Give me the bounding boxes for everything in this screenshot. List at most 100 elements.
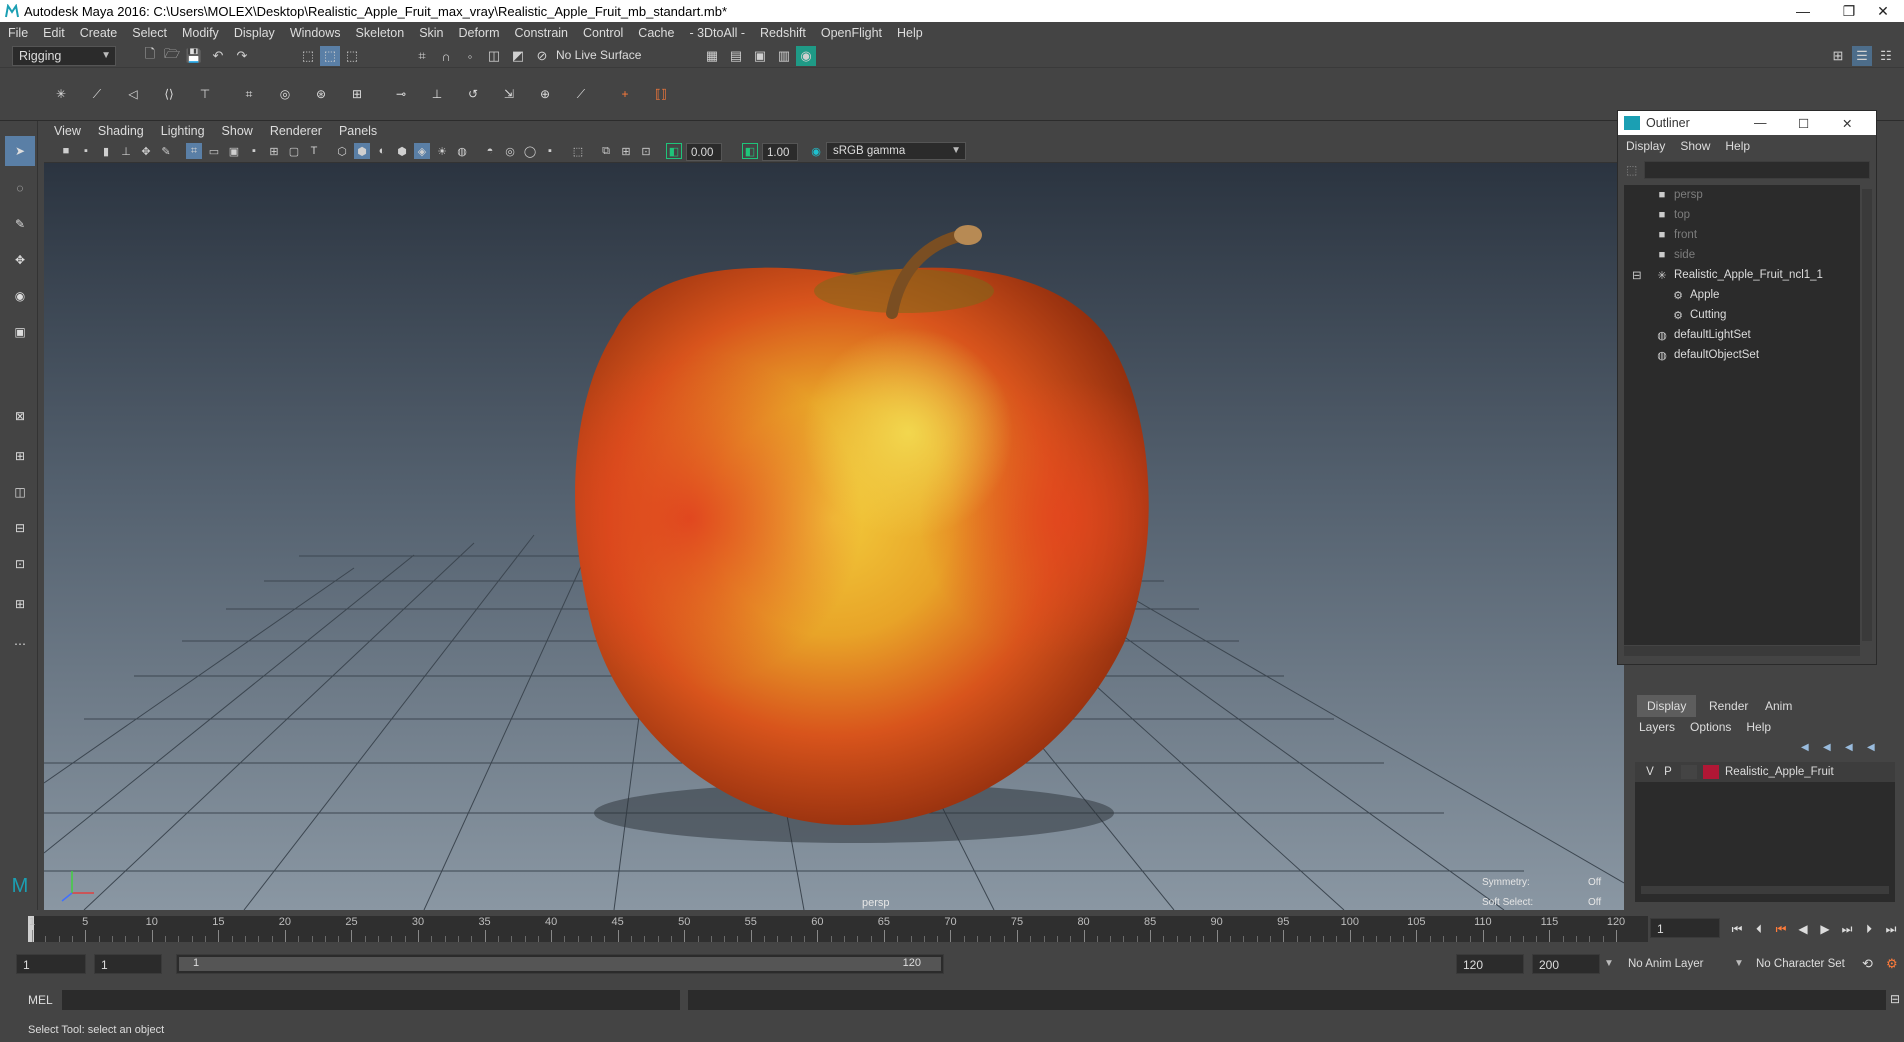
outliner-item[interactable]: ■ side xyxy=(1654,245,1695,265)
menu-deform[interactable]: Deform xyxy=(459,26,500,40)
layout-single-icon[interactable]: ⊠ xyxy=(5,401,35,431)
grid-toggle-icon[interactable]: ⌗ xyxy=(186,143,202,159)
lasso-tool-icon[interactable]: ◌ xyxy=(5,173,35,203)
menu-redshift[interactable]: Redshift xyxy=(760,26,806,40)
render-frame-icon[interactable]: ▦ xyxy=(702,46,722,66)
frame-selected-icon[interactable]: ⊡ xyxy=(638,143,654,159)
current-frame-field[interactable]: 1 xyxy=(1650,918,1720,938)
snap-surface-icon[interactable]: ◩ xyxy=(508,46,528,66)
range-track[interactable]: 1 120 xyxy=(176,954,944,974)
playback-end-field[interactable]: 120 xyxy=(1456,954,1524,974)
isolate-select-icon[interactable]: ◓ xyxy=(482,143,498,159)
redo-icon[interactable]: ↷ xyxy=(232,46,252,66)
menu-display[interactable]: Display xyxy=(234,26,275,40)
safe-title-icon[interactable]: T xyxy=(306,143,322,159)
panel-menu-show[interactable]: Show xyxy=(222,124,253,138)
new-layer-icon[interactable]: ◀ xyxy=(1801,742,1809,753)
play-forward-icon[interactable]: ▶ xyxy=(1816,920,1834,938)
outliner-menu-show[interactable]: Show xyxy=(1680,139,1710,153)
menu-select[interactable]: Select xyxy=(132,26,167,40)
menu-openflight[interactable]: OpenFlight xyxy=(821,26,882,40)
character-set-label[interactable]: No Character Set xyxy=(1756,958,1845,970)
outliner-item[interactable]: ◍ defaultLightSet xyxy=(1654,325,1751,345)
2d-pan-icon[interactable]: ✥ xyxy=(138,143,154,159)
ipr-render-icon[interactable]: ▣ xyxy=(750,46,770,66)
bookmark-icon[interactable]: ▮ xyxy=(98,143,114,159)
bind-skin-icon[interactable]: ⊸ xyxy=(384,77,418,111)
preferences-icon[interactable]: ⚙ xyxy=(1886,956,1898,972)
step-forward-frame-icon[interactable]: ⏵ xyxy=(1860,920,1878,938)
layer-row[interactable]: V P Realistic_Apple_Fruit xyxy=(1635,762,1895,782)
layout-graph-icon[interactable]: ⊡ xyxy=(5,549,35,579)
new-layer-selected-icon[interactable]: ◀ xyxy=(1823,742,1831,753)
wire-icon[interactable]: ⊞ xyxy=(340,77,374,111)
panel-menu-lighting[interactable]: Lighting xyxy=(161,124,205,138)
orient-constraint-icon[interactable]: ⊥ xyxy=(420,77,454,111)
menu-file[interactable]: File xyxy=(8,26,28,40)
menu-skin[interactable]: Skin xyxy=(419,26,443,40)
lattice-icon[interactable]: ◎ xyxy=(268,77,302,111)
layer-menu-help[interactable]: Help xyxy=(1746,720,1771,734)
menu-set-dropdown[interactable]: Rigging ▼ xyxy=(12,46,116,66)
viewport-persp[interactable]: persp Symmetry: Off Soft Select: Off xyxy=(44,163,1624,910)
menu-modify[interactable]: Modify xyxy=(182,26,219,40)
start-time-field[interactable]: 1 xyxy=(16,954,86,974)
select-component-icon[interactable]: ⬚ xyxy=(342,46,362,66)
image-plane-icon[interactable]: ⊥ xyxy=(118,143,134,159)
script-editor-icon[interactable]: ⊟ xyxy=(1890,992,1900,1006)
tab-render[interactable]: Render xyxy=(1699,695,1758,717)
menu-edit[interactable]: Edit xyxy=(43,26,65,40)
render-sequence-icon[interactable]: ▤ xyxy=(726,46,746,66)
point-constraint-icon[interactable]: + xyxy=(608,77,642,111)
gamma-icon[interactable]: ◧ xyxy=(742,143,758,159)
panel-menu-panels[interactable]: Panels xyxy=(339,124,377,138)
hypershade-icon[interactable]: ◉ xyxy=(796,46,816,66)
move-layer-up-icon[interactable]: ◀ xyxy=(1845,742,1853,753)
layout-two-icon[interactable]: ◫ xyxy=(5,477,35,507)
menu-help[interactable]: Help xyxy=(897,26,923,40)
step-back-frame-icon[interactable]: ⏴ xyxy=(1750,920,1768,938)
view-transform-dropdown[interactable]: sRGB gamma ▼ xyxy=(826,142,966,160)
snap-point-icon[interactable]: ◦ xyxy=(460,46,480,66)
xray-joints-icon[interactable]: ◯ xyxy=(522,143,538,159)
textured-icon[interactable]: ⬢ xyxy=(394,143,410,159)
outliner-scrollbar-h[interactable] xyxy=(1624,646,1860,656)
menu-windows[interactable]: Windows xyxy=(290,26,341,40)
anim-layer-label[interactable]: No Anim Layer xyxy=(1628,958,1703,970)
undo-icon[interactable]: ↶ xyxy=(208,46,228,66)
paint-select-icon[interactable]: ✎ xyxy=(5,209,35,239)
select-tool-icon[interactable]: ➤ xyxy=(5,136,35,166)
parent-constraint-icon[interactable]: ↺ xyxy=(456,77,490,111)
outliner-titlebar[interactable]: Outliner — ☐ ✕ xyxy=(1618,111,1876,135)
insert-joint-icon[interactable]: ⟋ xyxy=(80,77,114,111)
outliner-item[interactable]: ⚙ Apple xyxy=(1670,285,1719,305)
use-lights-icon[interactable]: ◈ xyxy=(414,143,430,159)
xray-icon[interactable]: ◎ xyxy=(502,143,518,159)
maya-home-icon[interactable]: M xyxy=(5,871,35,901)
auto-key-icon[interactable]: ⟲ xyxy=(1862,956,1873,972)
select-hierarchy-icon[interactable]: ⬚ xyxy=(298,46,318,66)
go-to-end-icon[interactable]: ⏭ xyxy=(1882,920,1900,938)
outliner-item[interactable]: ◍ defaultObjectSet xyxy=(1654,345,1759,365)
layout-script-icon[interactable]: ⊞ xyxy=(5,589,35,619)
create-joint-icon[interactable]: ✳ xyxy=(44,77,78,111)
snap-live-icon[interactable]: ⊘ xyxy=(532,46,552,66)
modeling-toolkit-icon[interactable]: ⊞ xyxy=(1828,46,1848,66)
lights-icon[interactable]: ☀ xyxy=(434,143,450,159)
outliner-item[interactable]: ⚙ Cutting xyxy=(1670,305,1726,325)
move-tool-icon[interactable]: ✥ xyxy=(5,245,35,275)
outliner-menu-help[interactable]: Help xyxy=(1725,139,1750,153)
command-input[interactable] xyxy=(62,990,680,1010)
playback-start-field[interactable]: 1 xyxy=(94,954,162,974)
resolution-gate-icon[interactable]: ▣ xyxy=(226,143,242,159)
menu-control[interactable]: Control xyxy=(583,26,623,40)
ik-handle-icon[interactable]: ◁ xyxy=(116,77,150,111)
outliner-close-button[interactable]: ✕ xyxy=(1842,116,1852,131)
layer-menu-layers[interactable]: Layers xyxy=(1639,720,1675,734)
field-chart-icon[interactable]: ⊞ xyxy=(266,143,282,159)
layout-more-icon[interactable]: ⋯ xyxy=(5,629,35,659)
scale-tool-icon[interactable]: ▣ xyxy=(5,317,35,347)
layer-menu-options[interactable]: Options xyxy=(1690,720,1731,734)
outliner-minimize-button[interactable]: — xyxy=(1754,116,1767,130)
outliner-scrollbar-v[interactable] xyxy=(1862,189,1872,641)
